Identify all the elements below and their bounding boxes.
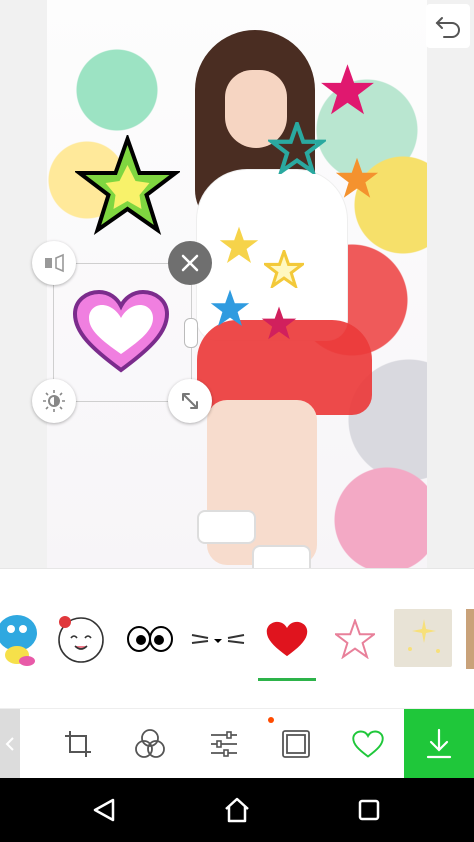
red-heart-sticker[interactable]: [257, 609, 317, 669]
next-sticker-partial[interactable]: [466, 609, 474, 669]
selected-sticker-indicator: [258, 678, 316, 681]
crop-icon: [65, 731, 91, 757]
brightness-icon: [43, 390, 65, 412]
sparkle-sticker[interactable]: [394, 609, 452, 667]
flip-icon: [45, 253, 64, 273]
back-triangle-icon: [93, 798, 115, 822]
blue-character-sticker[interactable]: [0, 609, 48, 669]
photo-canvas[interactable]: [0, 0, 474, 568]
pink-heart-sticker[interactable]: [70, 288, 172, 374]
undo-icon: [435, 17, 460, 38]
resize-rotate-handle[interactable]: [168, 379, 212, 423]
sticker-tray[interactable]: [0, 568, 474, 709]
flower-character-sticker[interactable]: [50, 609, 110, 669]
download-button[interactable]: [404, 709, 474, 779]
green-yellow-star-sticker[interactable]: [75, 135, 180, 235]
whiskers-sticker[interactable]: [188, 609, 248, 669]
download-icon: [426, 728, 452, 759]
crimson-star-sticker[interactable]: [260, 305, 298, 341]
filter-tool[interactable]: [128, 722, 172, 766]
adjust-tool[interactable]: [202, 722, 246, 766]
heart-outline-icon: [352, 730, 384, 758]
recents-square-icon: [358, 799, 380, 821]
crop-tool[interactable]: [56, 722, 100, 766]
flip-sticker-button[interactable]: [32, 241, 76, 285]
blue-star-sticker[interactable]: [210, 288, 250, 328]
home-icon: [225, 797, 249, 823]
scroll-left-button[interactable]: [0, 709, 20, 779]
frame-tool[interactable]: [274, 722, 318, 766]
undo-button[interactable]: [426, 4, 470, 48]
nav-back-button[interactable]: [82, 790, 126, 830]
nav-home-button[interactable]: [215, 790, 259, 830]
sticker-tool[interactable]: [346, 722, 390, 766]
filters-icon: [135, 729, 165, 758]
yellow-star-sticker[interactable]: [218, 225, 260, 265]
yellow-outline-star-sticker[interactable]: [264, 250, 304, 288]
sliders-icon: [211, 731, 237, 757]
eyes-sticker[interactable]: [120, 609, 180, 669]
teal-star-sticker[interactable]: [268, 122, 326, 174]
chevron-left-icon: [5, 737, 14, 751]
orange-star-sticker[interactable]: [334, 156, 380, 200]
brightness-button[interactable]: [32, 379, 76, 423]
resize-arrows-icon: [182, 393, 198, 409]
close-icon: [181, 254, 199, 272]
side-stretch-handle[interactable]: [184, 318, 198, 348]
frame-icon: [282, 730, 310, 758]
shoe-left: [197, 510, 256, 544]
shoe-right: [252, 545, 311, 568]
close-sticker-button[interactable]: [168, 241, 212, 285]
magenta-star-sticker[interactable]: [320, 62, 375, 117]
system-nav-bar: [0, 778, 474, 842]
pink-star-outline-sticker[interactable]: [325, 609, 385, 669]
editor-toolbar: [0, 708, 474, 779]
nav-recents-button[interactable]: [347, 790, 391, 830]
